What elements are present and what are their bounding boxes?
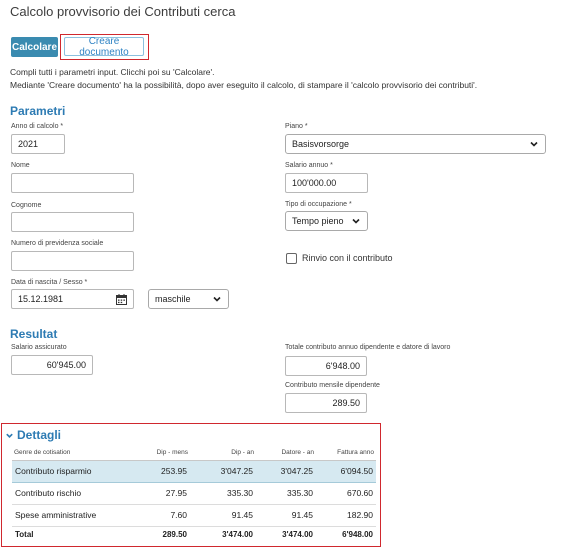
table-cell: Total <box>12 525 124 543</box>
anno-label: Anno di calcolo * <box>11 123 64 130</box>
table-cell: 335.30 <box>256 482 316 505</box>
table-cell: 3'047.25 <box>256 459 316 483</box>
cognome-field[interactable] <box>11 212 134 232</box>
piano-select-value: Basisvorsorge <box>292 139 350 149</box>
intro-line-1: Compli tutti i parametri input. Clicchi … <box>10 67 215 77</box>
table-cell: 3'474.00 <box>190 525 256 543</box>
table-cell: 182.90 <box>316 504 376 527</box>
table-cell: 670.60 <box>316 482 376 505</box>
cognome-label: Cognome <box>11 202 42 209</box>
table-cell: 335.30 <box>190 482 256 505</box>
chevron-down-icon <box>6 433 13 438</box>
table-cell: Contributo risparmio <box>12 459 124 483</box>
occupazione-label: Tipo di occupazione * <box>285 201 352 208</box>
mensile-field: 289.50 <box>285 393 367 413</box>
table-cell: 6'094.50 <box>316 459 376 483</box>
table-row[interactable]: Contributo risparmio 253.95 3'047.25 3'0… <box>12 459 376 483</box>
salario-field[interactable]: 100'000.00 <box>285 173 368 193</box>
occupazione-select[interactable]: Tempo pieno <box>285 211 368 231</box>
page-title: Calcolo provvisorio dei Contributi cerca <box>10 4 236 19</box>
table-cell: Spese amministrative <box>12 504 124 527</box>
chevron-down-icon <box>352 218 360 224</box>
table-cell: Contributo rischio <box>12 482 124 505</box>
column-header: Genre de cotisation <box>12 448 124 461</box>
create-document-button[interactable]: Creare documento <box>64 36 144 58</box>
column-header: Dip - mens <box>124 448 190 461</box>
nascita-label: Data di nascita / Sesso * <box>11 279 88 286</box>
column-header: Fattura anno <box>316 448 376 461</box>
intro-line-2: Mediante 'Creare documento' ha la possib… <box>10 80 478 90</box>
table-row[interactable]: Spese amministrative 7.60 91.45 91.45 18… <box>12 504 376 527</box>
mensile-label: Contributo mensile dipendente <box>285 382 380 389</box>
totale-label: Totale contributo annuo dipendente e dat… <box>285 344 451 351</box>
table-cell: 6'948.00 <box>316 525 376 543</box>
salario-assicurato-label: Salario assicurato <box>11 344 67 351</box>
occupazione-select-value: Tempo pieno <box>292 216 344 226</box>
table-cell: 253.95 <box>124 459 190 483</box>
parametri-heading: Parametri <box>10 104 66 118</box>
rinvio-label: Rinvio con il contributo <box>302 253 393 263</box>
piano-select[interactable]: Basisvorsorge <box>285 134 546 154</box>
rinvio-checkbox[interactable] <box>286 253 297 264</box>
sex-select-value: maschile <box>155 294 191 304</box>
nome-label: Nome <box>11 162 30 169</box>
birthdate-value: 15.12.1981 <box>18 294 64 304</box>
table-header-row: Genre de cotisation Dip - mens Dip - an … <box>12 448 376 461</box>
piano-label: Piano * <box>285 123 308 130</box>
column-header: Datore - an <box>256 448 316 461</box>
column-header: Dip - an <box>190 448 256 461</box>
chevron-down-icon <box>213 296 221 302</box>
table-cell: 3'047.25 <box>190 459 256 483</box>
table-cell: 27.95 <box>124 482 190 505</box>
previdenza-label: Numero di previdenza sociale <box>11 240 104 247</box>
sex-select[interactable]: maschile <box>148 289 229 309</box>
calculate-button[interactable]: Calcolare <box>11 37 58 57</box>
table-row[interactable]: Contributo rischio 27.95 335.30 335.30 6… <box>12 482 376 505</box>
salario-assicurato-field: 60'945.00 <box>11 355 93 375</box>
previdenza-field[interactable] <box>11 251 134 271</box>
birthdate-field[interactable]: 15.12.1981 <box>11 289 134 309</box>
table-cell: 91.45 <box>190 504 256 527</box>
create-document-highlight: Creare documento <box>60 34 149 60</box>
nome-field[interactable] <box>11 173 134 193</box>
anno-field[interactable]: 2021 <box>11 134 65 154</box>
table-cell: 91.45 <box>256 504 316 527</box>
table-total-row: Total 289.50 3'474.00 3'474.00 6'948.00 <box>12 525 376 543</box>
resultat-heading: Resultat <box>10 327 58 341</box>
salario-label: Salario annuo * <box>285 162 333 169</box>
table-cell: 289.50 <box>124 525 190 543</box>
dettagli-panel: Dettagli Genre de cotisation Dip - mens … <box>1 423 381 547</box>
dettagli-toggle[interactable]: Dettagli <box>5 428 61 442</box>
table-cell: 3'474.00 <box>256 525 316 543</box>
calendar-icon[interactable] <box>116 293 127 305</box>
dettagli-table: Genre de cotisation Dip - mens Dip - an … <box>12 448 376 543</box>
dettagli-heading: Dettagli <box>17 428 62 442</box>
table-cell: 7.60 <box>124 504 190 527</box>
chevron-down-icon <box>530 141 538 147</box>
totale-field: 6'948.00 <box>285 356 367 376</box>
